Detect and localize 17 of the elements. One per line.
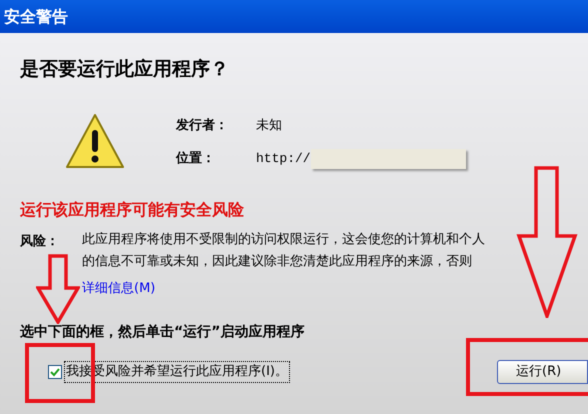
arrow-annotation bbox=[36, 254, 80, 324]
detail-label: 发行者： bbox=[176, 116, 229, 134]
warning-title: 运行该应用程序可能有安全风险 bbox=[20, 198, 245, 220]
run-button[interactable]: 运行(R) bbox=[497, 360, 588, 384]
instruction-text: 选中下面的框，然后单击“运行”启动应用程序 bbox=[20, 322, 306, 342]
risk-text: 的信息不可靠或未知，因此建议除非您清楚此应用程序的来源，否则 bbox=[82, 252, 473, 270]
detail-label: 位置： bbox=[176, 150, 216, 168]
window-title: 安全警告 bbox=[4, 6, 68, 28]
highlight-frame bbox=[25, 343, 95, 403]
details-link[interactable]: 详细信息(M) bbox=[82, 278, 156, 298]
risk-label: 风险： bbox=[20, 232, 60, 250]
check-icon bbox=[50, 367, 60, 377]
risk-text: 此应用程序将使用不受限制的访问权限运行，这会使您的计算机和个人 bbox=[82, 230, 485, 248]
location-value: http:// bbox=[256, 150, 311, 168]
checkbox[interactable] bbox=[48, 365, 62, 379]
publisher-value: 未知 bbox=[256, 116, 282, 134]
dialog-heading: 是否要运行此应用程序？ bbox=[20, 57, 230, 82]
